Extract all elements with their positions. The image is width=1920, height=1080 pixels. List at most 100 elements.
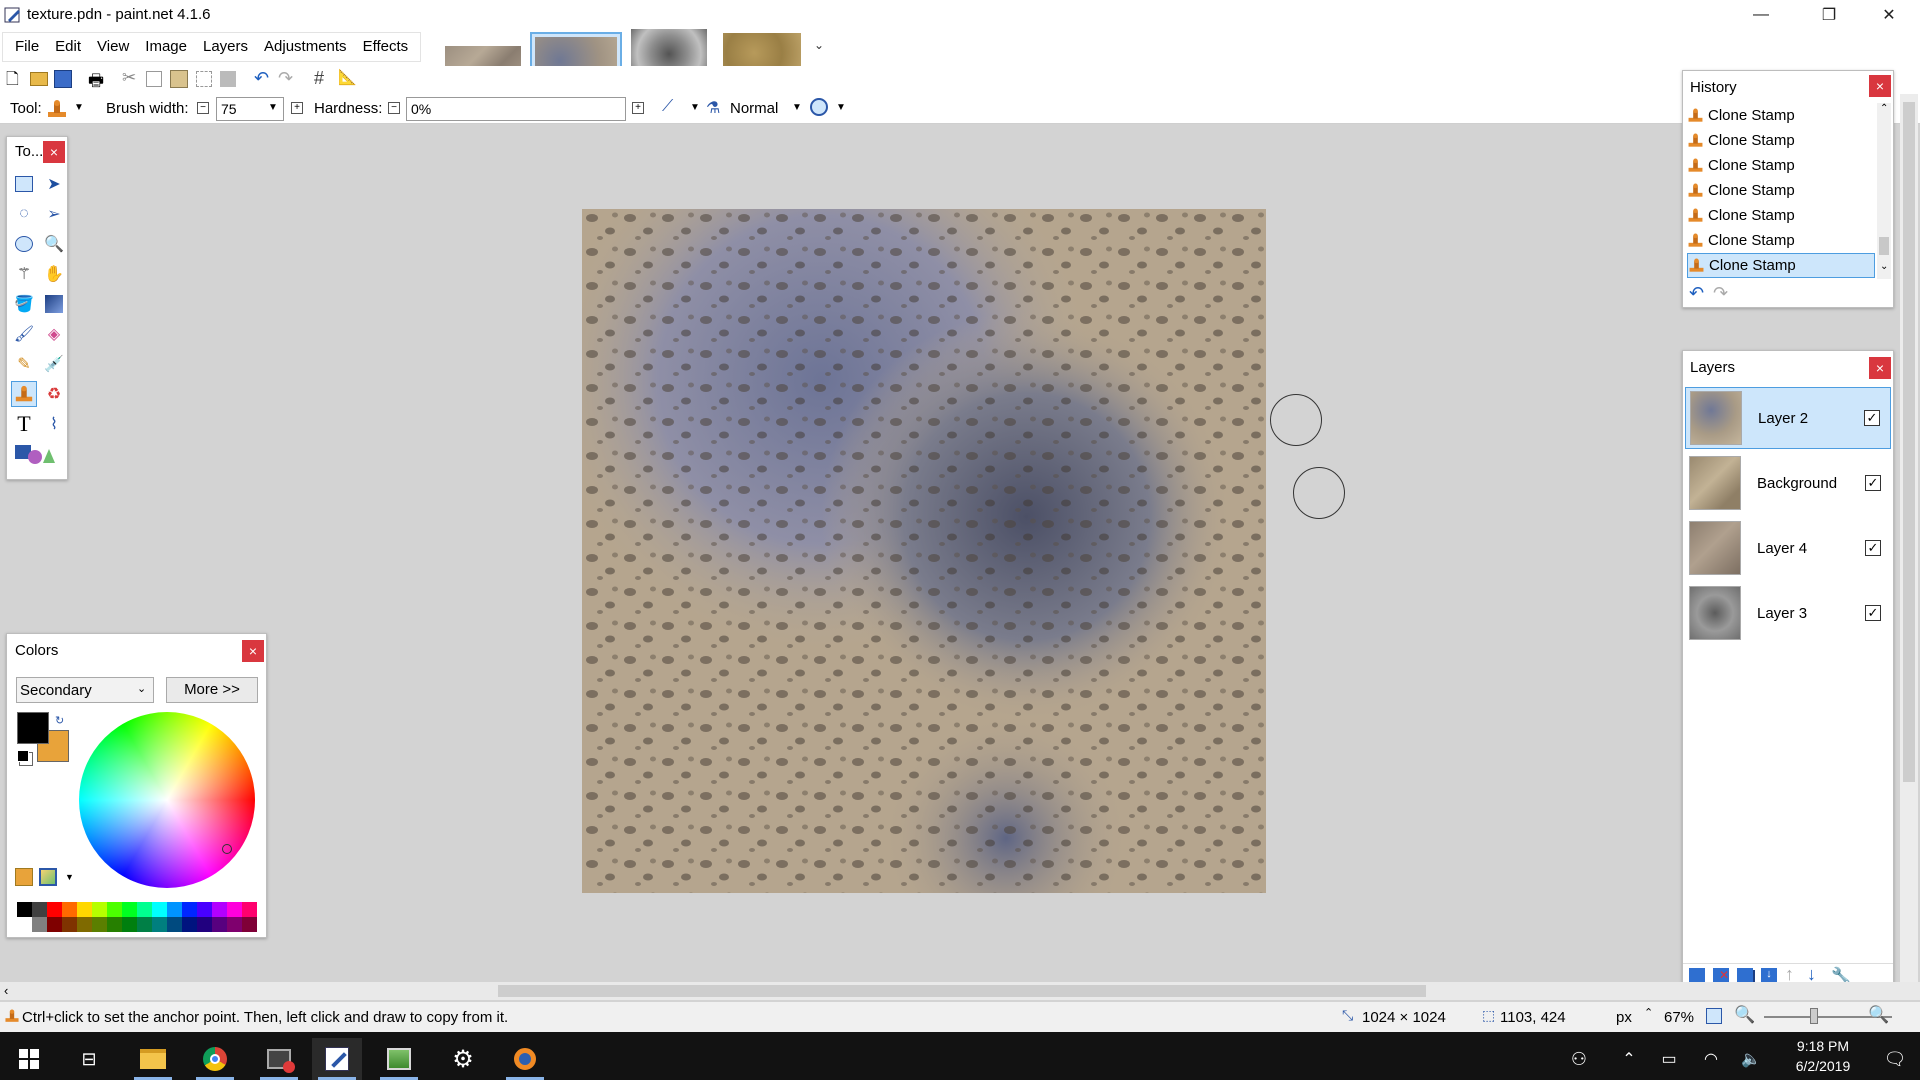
redo-icon[interactable]: ↷ (278, 68, 300, 90)
horizontal-scroll-thumb[interactable] (498, 985, 1426, 997)
units-dropdown-chevron-icon[interactable]: ⌃ (1644, 1006, 1653, 1019)
menu-file[interactable]: File (7, 33, 47, 61)
clone-stamp-tool-icon[interactable] (11, 381, 37, 407)
scroll-left-chevron-icon[interactable]: ‹ (4, 983, 8, 998)
eraser-tool-icon[interactable]: ◈ (41, 321, 67, 347)
layer-visibility-checkbox[interactable]: ✓ (1865, 605, 1881, 621)
menu-effects[interactable]: Effects (355, 33, 417, 61)
antialiasing-dropdown-arrow-icon[interactable]: ▼ (690, 102, 700, 113)
chrome-icon[interactable] (190, 1038, 240, 1080)
vertical-scrollbar[interactable] (1900, 94, 1918, 982)
paintbrush-tool-icon[interactable]: 🖌 (11, 321, 37, 347)
crop-to-selection-icon[interactable] (196, 71, 212, 87)
units-selector[interactable]: px (1616, 1009, 1632, 1026)
print-icon[interactable]: 🖶 (88, 68, 110, 90)
layer-visibility-checkbox[interactable]: ✓ (1865, 540, 1881, 556)
palette-options-dropdown-arrow-icon[interactable]: ▼ (65, 872, 74, 882)
task-view-icon[interactable]: ⊟ (64, 1038, 114, 1080)
layer-row-layer-4[interactable]: Layer 4 ✓ (1685, 517, 1891, 579)
layer-row-background[interactable]: Background ✓ (1685, 452, 1891, 514)
brush-width-dropdown-arrow-icon[interactable]: ▼ (268, 102, 278, 113)
text-tool-icon[interactable]: T (11, 411, 37, 437)
color-wheel[interactable] (79, 712, 255, 888)
reset-colors-icon[interactable] (17, 750, 29, 762)
history-item[interactable]: Clone Stamp (1687, 203, 1875, 228)
zoom-value[interactable]: 67% (1664, 1009, 1694, 1026)
history-item[interactable]: Clone Stamp (1687, 178, 1875, 203)
history-item[interactable]: Clone Stamp (1687, 228, 1875, 253)
scroll-up-chevron-icon[interactable]: ⌃ (1880, 103, 1888, 114)
hardness-increase-button[interactable]: + (632, 102, 644, 114)
tools-panel-close-button[interactable]: × (43, 141, 65, 163)
pan-tool-hand-icon[interactable]: ✋ (41, 261, 67, 287)
sampling-dropdown-arrow-icon[interactable]: ▼ (836, 102, 846, 113)
brush-width-increase-button[interactable]: + (291, 102, 303, 114)
history-item[interactable]: Clone Stamp (1687, 128, 1875, 153)
blend-mode-dropdown-arrow-icon[interactable]: ▼ (792, 102, 802, 113)
move-selected-pixels-tool-icon[interactable]: ➤ (41, 171, 67, 197)
layer-visibility-checkbox[interactable]: ✓ (1864, 410, 1880, 426)
vertical-scroll-thumb[interactable] (1903, 102, 1915, 782)
color-wheel-picker-handle[interactable] (222, 844, 232, 854)
shapes-tool-icon[interactable] (11, 441, 57, 467)
colors-panel-close-button[interactable]: × (242, 640, 264, 662)
action-center-icon[interactable]: 🗨 (1870, 1038, 1920, 1080)
horizontal-scrollbar[interactable]: ‹ (0, 982, 1920, 1000)
history-scrollbar[interactable]: ⌃ ⌄ (1877, 103, 1891, 279)
cut-icon[interactable]: ✂ (122, 68, 144, 90)
color-target-select[interactable]: Secondary (16, 677, 154, 703)
recolor-tool-icon[interactable]: ♻ (41, 381, 67, 407)
paintnet-taskbar-icon[interactable] (312, 1038, 362, 1080)
history-panel-close-button[interactable]: × (1869, 75, 1891, 97)
menu-edit[interactable]: Edit (47, 33, 89, 61)
scroll-down-chevron-icon[interactable]: ⌄ (1880, 261, 1888, 272)
image-canvas[interactable] (582, 209, 1266, 893)
rectangle-select-tool-icon[interactable] (11, 171, 37, 197)
file-explorer-icon[interactable] (128, 1038, 178, 1080)
image-viewer-icon[interactable] (374, 1038, 424, 1080)
paste-icon[interactable] (170, 70, 188, 88)
ellipse-select-tool-icon[interactable] (11, 231, 37, 257)
menu-adjustments[interactable]: Adjustments (256, 33, 355, 61)
history-item[interactable]: Clone Stamp (1687, 153, 1875, 178)
deselect-icon[interactable] (220, 71, 236, 87)
settings-taskbar-gear-icon[interactable]: ⚙ (438, 1038, 488, 1080)
color-picker-tool-icon[interactable]: 💉 (41, 351, 67, 377)
blend-mode-value[interactable]: Normal (730, 100, 778, 117)
copy-icon[interactable] (146, 71, 162, 87)
layers-panel-close-button[interactable]: × (1869, 357, 1891, 379)
palette-options-icon[interactable] (39, 868, 57, 886)
people-icon[interactable]: ⚇ (1554, 1038, 1604, 1080)
move-selection-tool-icon[interactable]: ➢ (41, 201, 67, 227)
sampling-icon[interactable] (810, 98, 828, 116)
clone-stamp-tool-selector-icon[interactable] (46, 98, 68, 120)
undo-icon[interactable]: ↶ (254, 68, 276, 90)
zoom-out-icon[interactable]: 🔍 (1734, 1005, 1755, 1025)
blender-icon[interactable] (500, 1038, 550, 1080)
brush-width-decrease-button[interactable]: − (197, 102, 209, 114)
layer-row-layer-2[interactable]: Layer 2 ✓ (1685, 387, 1891, 449)
history-item[interactable]: Clone Stamp (1687, 103, 1875, 128)
taskbar-clock[interactable]: 9:18 PM 6/2/2019 (1778, 1036, 1868, 1076)
hardness-decrease-button[interactable]: − (388, 102, 400, 114)
zoom-slider-handle[interactable] (1810, 1008, 1818, 1024)
more-colors-button[interactable]: More >> (166, 677, 258, 703)
save-icon[interactable] (54, 70, 72, 88)
color-palette[interactable] (17, 902, 257, 932)
zoom-to-window-icon[interactable] (1706, 1008, 1722, 1024)
close-button[interactable]: ✕ (1866, 0, 1912, 30)
magic-wand-tool-icon[interactable]: ⚚ (11, 261, 37, 287)
history-item-selected[interactable]: Clone Stamp (1687, 253, 1875, 278)
lasso-select-tool-icon[interactable]: ◌ (11, 201, 37, 227)
layer-visibility-checkbox[interactable]: ✓ (1865, 475, 1881, 491)
volume-icon[interactable]: 🔈 (1726, 1038, 1776, 1080)
primary-color-swatch[interactable] (17, 712, 49, 744)
add-to-palette-icon[interactable] (15, 868, 33, 886)
zoom-tool-icon[interactable]: 🔍 (41, 231, 67, 257)
hardness-slider-input[interactable]: 0% (406, 97, 626, 121)
menu-view[interactable]: View (89, 33, 137, 61)
history-scroll-thumb[interactable] (1879, 237, 1889, 255)
zoom-in-icon[interactable]: 🔍 (1868, 1005, 1889, 1025)
history-undo-icon[interactable]: ↶ (1689, 283, 1704, 304)
line-curve-tool-icon[interactable]: ⌇ (41, 411, 67, 437)
